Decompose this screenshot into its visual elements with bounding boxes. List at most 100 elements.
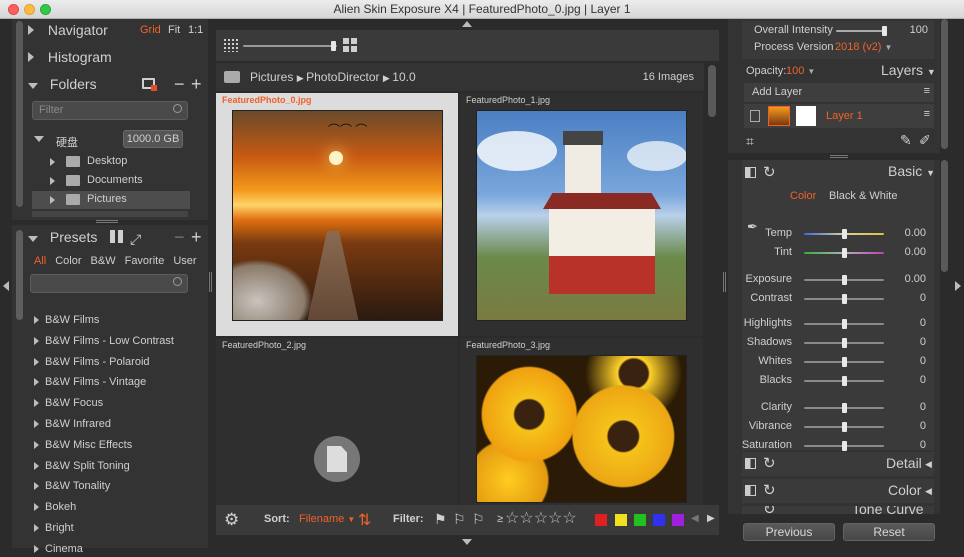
reset-icon[interactable]: ↻	[763, 481, 776, 499]
reset-icon[interactable]: ↻	[763, 454, 776, 472]
sort-dropdown[interactable]: Filename ▼	[299, 513, 355, 525]
slider-track[interactable]	[804, 248, 884, 258]
navigator-header[interactable]: Navigator Grid Fit 1:1	[28, 17, 206, 44]
preset-item[interactable]: B&W Tonality	[34, 478, 110, 494]
slider-contrast[interactable]: Contrast 0	[742, 292, 934, 308]
slider-track[interactable]	[804, 275, 884, 285]
slider-track[interactable]	[804, 319, 884, 329]
slider-track[interactable]	[804, 441, 884, 451]
folder-item[interactable]: Pictures	[32, 191, 190, 209]
preset-item[interactable]: Bokeh	[34, 499, 76, 515]
slider-exposure[interactable]: Exposure 0.00	[742, 273, 934, 289]
slider-whites[interactable]: Whites 0	[742, 355, 934, 371]
thumbnail-tile[interactable]: FeaturedPhoto_3.jpg	[460, 338, 703, 522]
tab-favorite[interactable]: Favorite	[125, 255, 165, 267]
preset-item[interactable]: B&W Films - Low Contrast	[34, 333, 174, 349]
breadcrumb-item[interactable]: Pictures	[250, 70, 293, 84]
slider-track[interactable]	[804, 357, 884, 367]
layer-row[interactable]: Layer 1 ≡	[744, 104, 934, 128]
grid-button[interactable]: Grid	[140, 17, 161, 44]
add-layer-row[interactable]: Add Layer ≡	[744, 83, 934, 102]
color-label-red[interactable]	[595, 514, 607, 526]
thumbnail-tile[interactable]: FeaturedPhoto_1.jpg	[460, 93, 703, 336]
slider-temp[interactable]: Temp 0.00	[742, 227, 934, 243]
preset-search-input[interactable]	[30, 274, 188, 293]
folder-filter-input[interactable]: Filter	[32, 101, 188, 120]
collapse-bottom-icon[interactable]	[462, 539, 472, 545]
preset-item[interactable]: Bright	[34, 520, 74, 536]
remove-folder-icon[interactable]: −	[174, 71, 185, 98]
preset-item[interactable]: B&W Split Toning	[34, 458, 130, 474]
slider-vibrance[interactable]: Vibrance 0	[742, 420, 934, 436]
adjustments-scrollbar-outer[interactable]	[941, 160, 948, 272]
slider-track[interactable]	[804, 338, 884, 348]
color-section[interactable]: ↻ Color ◀	[742, 479, 934, 503]
sort-direction-icon[interactable]: ⇅	[358, 510, 371, 530]
flag-picked-icon[interactable]: ⚑	[434, 511, 447, 528]
reset-button[interactable]: Reset	[843, 523, 935, 541]
layer-visibility-icon[interactable]	[750, 110, 760, 122]
tab-color[interactable]: Color	[790, 190, 816, 202]
slider-knob[interactable]	[842, 422, 847, 432]
rating-stars[interactable]: ☆☆☆☆☆	[505, 511, 577, 527]
slider-knob[interactable]	[842, 319, 847, 329]
star-icon[interactable]: ☆	[505, 511, 519, 527]
expand-view-icon[interactable]: ⤢	[130, 226, 141, 253]
thumbnail-tile[interactable]: FeaturedPhoto_2.jpg	[216, 338, 458, 522]
scroll-left-icon[interactable]: ◀	[691, 513, 699, 524]
overall-intensity-slider[interactable]	[836, 26, 887, 36]
slider-knob[interactable]	[842, 294, 847, 304]
tab-black-white[interactable]: Black & White	[829, 190, 897, 202]
slider-track[interactable]	[804, 403, 884, 413]
reset-icon[interactable]: ↻	[763, 163, 776, 181]
breadcrumb-item[interactable]: PhotoDirector	[306, 70, 379, 84]
flag-rejected-icon[interactable]: ⚐	[453, 511, 466, 528]
preset-item[interactable]: B&W Infrared	[34, 416, 111, 432]
slider-clarity[interactable]: Clarity 0	[742, 401, 934, 417]
star-icon[interactable]: ☆	[519, 511, 533, 527]
tab-user[interactable]: User	[173, 255, 196, 267]
reset-icon[interactable]: ↻	[763, 506, 776, 514]
left-splitter[interactable]	[209, 272, 212, 292]
rating-comparator[interactable]: ≥	[497, 513, 503, 525]
crop-icon[interactable]: ⌗	[746, 133, 754, 150]
thumbnail-size-slider[interactable]	[243, 41, 337, 51]
remove-preset-icon[interactable]: −	[174, 224, 185, 251]
color-label-purple[interactable]	[672, 514, 684, 526]
detail-section[interactable]: ↻ Detail ◀	[742, 452, 934, 476]
star-icon[interactable]: ☆	[548, 511, 562, 527]
slider-track[interactable]	[804, 294, 884, 304]
layers-header[interactable]: Layers ▼	[881, 62, 936, 78]
collapse-right-icon[interactable]	[955, 281, 961, 291]
presets-scrollbar[interactable]	[16, 230, 23, 320]
small-thumbnails-icon[interactable]	[224, 39, 238, 52]
fit-button[interactable]: Fit	[168, 17, 180, 44]
brush-icon[interactable]: ✎	[900, 132, 912, 149]
color-label-green[interactable]	[634, 514, 646, 526]
zoom-window-button[interactable]	[40, 4, 51, 15]
tab-all[interactable]: All	[34, 255, 46, 267]
tone-curve-section[interactable]: ↻ Tone Curve	[742, 506, 934, 514]
folder-item[interactable]: Desktop	[32, 153, 190, 171]
paint-brush-icon[interactable]: ✐	[919, 132, 931, 149]
slider-knob[interactable]	[842, 248, 847, 258]
collapse-left-icon[interactable]	[3, 281, 9, 291]
large-thumbnails-icon[interactable]	[343, 38, 358, 53]
preset-item[interactable]: Cinema	[34, 541, 83, 557]
drive-row[interactable]: 硬盘 1000.0 GB	[30, 129, 190, 151]
before-after-icon[interactable]	[745, 167, 756, 178]
settings-gear-icon[interactable]: ⚙	[224, 510, 239, 530]
slider-track[interactable]	[804, 376, 884, 386]
star-icon[interactable]: ☆	[534, 511, 548, 527]
histogram-header[interactable]: Histogram	[28, 44, 206, 71]
slider-blacks[interactable]: Blacks 0	[742, 374, 934, 390]
slider-tint[interactable]: Tint 0.00	[742, 246, 934, 262]
slider-shadows[interactable]: Shadows 0	[742, 336, 934, 352]
panel-resize-handle[interactable]	[830, 155, 848, 158]
preset-item[interactable]: B&W Films	[34, 312, 99, 328]
slider-knob[interactable]	[842, 357, 847, 367]
tab-color[interactable]: Color	[55, 255, 81, 267]
slider-knob[interactable]	[842, 403, 847, 413]
panel-resize-handle[interactable]	[96, 220, 118, 223]
scroll-right-icon[interactable]: ▶	[707, 513, 715, 524]
